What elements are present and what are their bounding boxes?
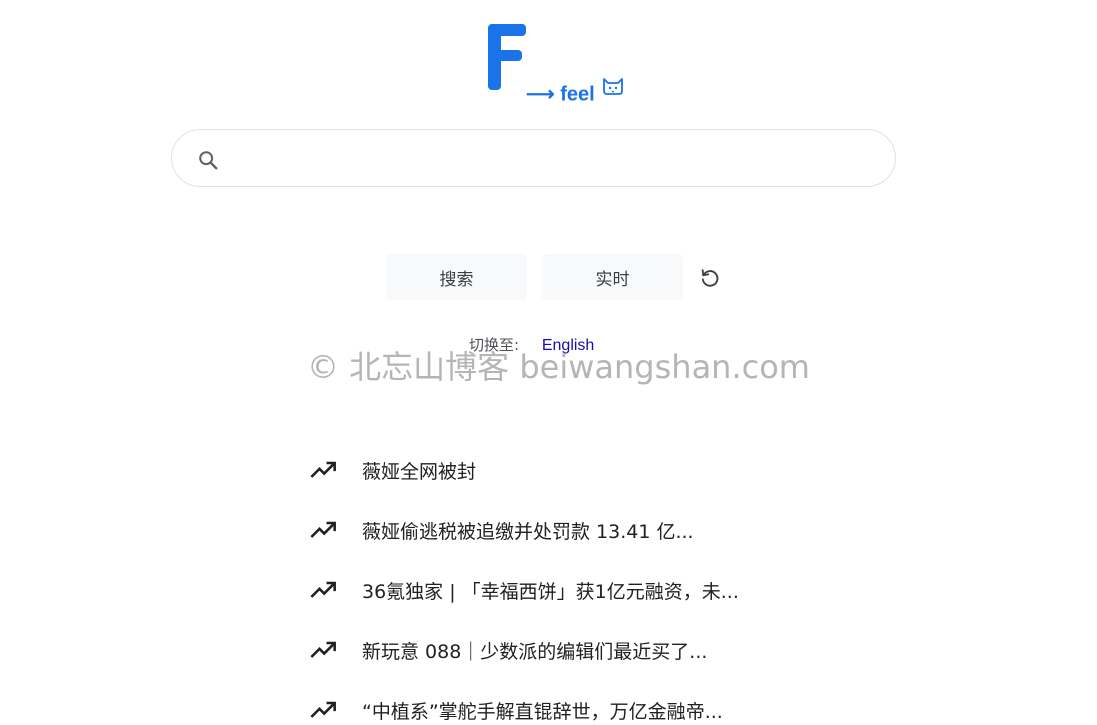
search-box[interactable] (171, 129, 896, 187)
language-label: 切换至: (469, 336, 520, 354)
trending-item-text: 新玩意 088｜少数派的编辑们最近买了... (362, 640, 708, 663)
refresh-icon[interactable] (699, 267, 721, 289)
trending-up-icon (310, 461, 336, 478)
trending-item[interactable]: 新玩意 088｜少数派的编辑们最近买了... (309, 620, 869, 680)
trending-item[interactable]: “中植系”掌舵手解直锟辞世，万亿金融帝... (309, 680, 869, 725)
language-switch: 切换至: English (469, 334, 594, 355)
trending-item[interactable]: 36氪独家 | 「幸福西饼」获1亿元融资，未... (309, 560, 869, 620)
trending-item[interactable]: 薇娅全网被封 (309, 440, 869, 500)
trending-item-text: 薇娅偷逃税被追缴并处罚款 13.41 亿... (362, 520, 694, 543)
trending-item-text: 薇娅全网被封 (362, 460, 477, 483)
trending-up-icon (310, 701, 336, 718)
trending-item-text: “中植系”掌舵手解直锟辞世，万亿金融帝... (362, 700, 723, 723)
search-icon (199, 151, 218, 170)
language-link-english[interactable]: English (542, 337, 594, 354)
trending-list: 薇娅全网被封 薇娅偷逃税被追缴并处罚款 13.41 亿... 36氪独家 | 「… (309, 440, 869, 725)
search-button[interactable]: 搜索 (386, 254, 527, 300)
trending-item-text: 36氪独家 | 「幸福西饼」获1亿元融资，未... (362, 580, 739, 603)
trending-up-icon (310, 581, 336, 598)
realtime-button[interactable]: 实时 (542, 254, 683, 300)
trending-up-icon (310, 521, 336, 538)
logo-tagline: ⟶ feel (526, 83, 595, 106)
page: ⟶ feel 搜索 实时 切换至: English © 北忘山博客 beiwan… (0, 0, 1097, 725)
cat-face-icon (603, 78, 623, 95)
logo[interactable]: ⟶ feel (486, 22, 636, 106)
trending-up-icon (310, 641, 336, 658)
trending-item[interactable]: 薇娅偷逃税被追缴并处罚款 13.41 亿... (309, 500, 869, 560)
logo-letter-f (488, 24, 526, 90)
search-input[interactable] (234, 138, 878, 180)
